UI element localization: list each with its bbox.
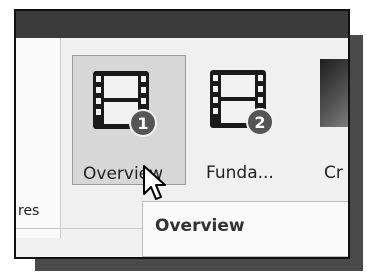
video-thumbnail bbox=[320, 59, 348, 127]
tile-partial[interactable]: Cr bbox=[320, 55, 348, 185]
pointer-cursor-icon bbox=[143, 165, 166, 200]
badge-number: 2 bbox=[254, 113, 265, 132]
app-window: res 1 Overview 2 Funda... Cr Overview bbox=[14, 9, 350, 259]
left-panel-label: res bbox=[18, 203, 40, 219]
tooltip-text: Overview bbox=[155, 216, 245, 236]
tile-fundamentals[interactable]: 2 Funda... bbox=[200, 55, 312, 185]
tile-label: Cr bbox=[324, 163, 343, 183]
film-strip-icon: 1 bbox=[93, 71, 157, 137]
tile-label: Funda... bbox=[206, 163, 274, 183]
tile-overview[interactable]: 1 Overview bbox=[72, 55, 186, 185]
tooltip: Overview bbox=[142, 201, 348, 257]
film-strip-icon: 2 bbox=[210, 70, 274, 136]
badge-number: 1 bbox=[137, 114, 148, 133]
title-bar bbox=[16, 11, 348, 38]
panel-divider bbox=[16, 228, 146, 229]
